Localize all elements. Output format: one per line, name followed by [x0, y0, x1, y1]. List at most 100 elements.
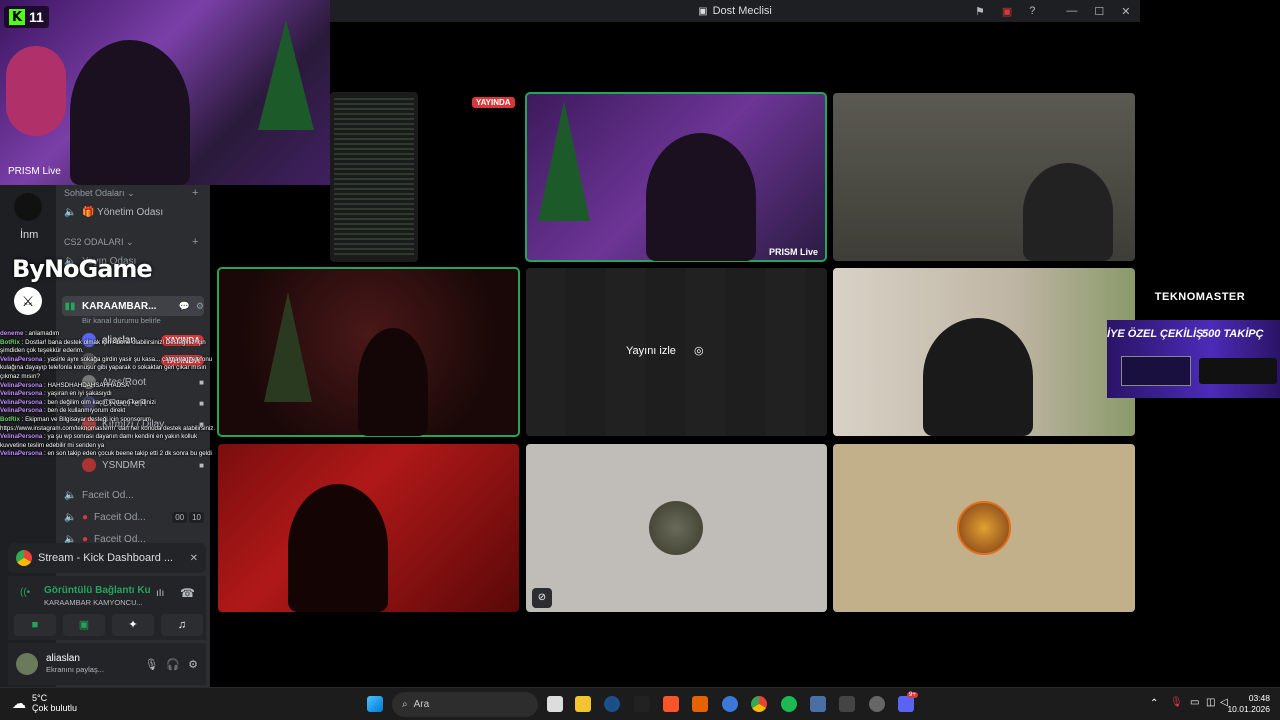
- server-label[interactable]: İnm: [20, 229, 38, 241]
- live-badge: YAYINDA: [472, 97, 515, 108]
- popout-icon[interactable]: ▣: [1002, 5, 1012, 18]
- video-tile[interactable]: [833, 268, 1135, 436]
- app-icon[interactable]: [839, 696, 855, 712]
- avatar[interactable]: [16, 653, 38, 675]
- chat-text: : Ekipman ve Bilgisayar desteği için spo…: [0, 415, 216, 432]
- soundboard-button[interactable]: ♫: [161, 614, 203, 636]
- spotify-icon[interactable]: [781, 696, 797, 712]
- taskbar-search[interactable]: ⌕ Ara: [392, 692, 538, 717]
- camera-button[interactable]: ■: [14, 614, 56, 636]
- chrome-icon[interactable]: [751, 696, 767, 712]
- chat-text: : ben değilim olm kaçın kurtarın kendini…: [42, 398, 156, 406]
- app-icon[interactable]: [692, 696, 708, 712]
- chat-username: VelinaPersona: [0, 355, 43, 363]
- webcam-overlay: [0, 0, 330, 185]
- channel-active-voice[interactable]: ▮▮ KARAAMBAR... 💬 ⚙: [62, 296, 204, 316]
- prism-label: PRISM Live: [8, 166, 61, 177]
- headphones-icon[interactable]: 🎧: [166, 658, 180, 671]
- gear-icon[interactable]: ⚙: [196, 301, 204, 312]
- channel-yonetim[interactable]: 🔈 🎁 Yönetim Odası: [62, 202, 204, 222]
- server-icon[interactable]: ⚔: [14, 287, 42, 315]
- weather-text: Çok bulutlu: [32, 703, 78, 713]
- screen-share-button[interactable]: ▣: [63, 614, 105, 636]
- chat-username: VelinaPersona: [0, 381, 43, 389]
- temperature: 5°C: [32, 693, 48, 703]
- chat-username: VelinaPersona: [0, 398, 43, 406]
- app-icon[interactable]: [634, 696, 650, 712]
- code-editor-preview: [334, 98, 414, 256]
- chat-message: VelinaPersona : ya şu wp sonrası dayanın…: [0, 433, 216, 450]
- chat-message: BotRix : Ekipman ve Bilgisayar desteği i…: [0, 416, 216, 433]
- prism-label: PRISM Live: [768, 247, 818, 257]
- user-panel: aliaslan Ekranını paylaş... 🎙 🎧 ⚙: [8, 643, 206, 685]
- video-tile[interactable]: [833, 93, 1135, 261]
- stream-preview-card[interactable]: Stream - Kick Dashboard ... ✕: [8, 543, 206, 573]
- chat-username: VelinaPersona: [0, 450, 43, 458]
- teknomaster-logo: TEKNOMASTER: [1150, 289, 1250, 305]
- minimize-icon[interactable]: —: [1066, 5, 1077, 17]
- taskbar: ☁ 5°C Çok bulutlu ⌕ Ara 9+ ⌃ 🎙 ▭ ◫ ◁ 03:…: [0, 687, 1280, 720]
- avatar-tile[interactable]: [833, 444, 1135, 612]
- speaker-icon: 🔈: [64, 511, 77, 523]
- windows-start-icon[interactable]: [367, 696, 383, 712]
- gear-icon[interactable]: ⚙: [188, 658, 198, 671]
- chat-text: : ben de kullanmıyorum direkt: [42, 407, 126, 415]
- call-window-icon: ▣: [698, 5, 708, 17]
- screenshare-thumbnail[interactable]: [330, 92, 418, 262]
- camera-off-icon: ⊘: [532, 588, 552, 608]
- display-tray-icon[interactable]: ▭: [1190, 697, 1199, 708]
- mic-tray-icon[interactable]: 🎙: [1170, 697, 1183, 708]
- chat-icon[interactable]: 💬: [179, 301, 190, 312]
- help-icon[interactable]: ?: [1029, 5, 1035, 17]
- steam-icon[interactable]: [604, 696, 620, 712]
- connection-status[interactable]: Görüntülü Bağlantı Ku: [44, 585, 151, 596]
- maximize-icon[interactable]: ☐: [1094, 5, 1104, 18]
- weather-widget[interactable]: ☁ 5°C Çok bulutlu: [12, 693, 77, 713]
- connection-channel[interactable]: KARAAMBAR KAMYONCU...: [44, 598, 143, 607]
- chat-username: BotRix: [0, 415, 20, 423]
- task-view-icon[interactable]: [547, 696, 563, 712]
- avatar-tile[interactable]: ⊘: [526, 444, 827, 612]
- brave-icon[interactable]: [663, 696, 679, 712]
- app-icon[interactable]: [722, 696, 738, 712]
- discord-badge: 9+: [907, 692, 918, 698]
- christmas-tree: [258, 20, 314, 130]
- channel-faceit[interactable]: 🔈 ● Faceit Od... 00 10: [62, 507, 204, 527]
- microphone-icon[interactable]: 🎙: [144, 658, 158, 671]
- add-channel-icon[interactable]: +: [192, 236, 198, 248]
- channel-label: Faceit Od...: [94, 511, 146, 523]
- app-icon[interactable]: [810, 696, 826, 712]
- signal-icon[interactable]: ((•: [20, 587, 30, 598]
- monitor-image: [1121, 356, 1191, 386]
- promo-banner: İYE ÖZEL ÇEKİLİŞ 500 TAKİPÇ: [1107, 320, 1280, 398]
- network-icon[interactable]: ◫: [1206, 697, 1215, 708]
- tray-chevron-icon[interactable]: ⌃: [1150, 698, 1158, 709]
- noise-icon[interactable]: ıIı: [156, 588, 164, 599]
- chat-message: VelinaPersona : ben de kullanmıyorum dir…: [0, 407, 216, 416]
- category-header[interactable]: Sohbet Odaları ⌄ +: [64, 187, 198, 199]
- watch-stream-button[interactable]: Yayını izle ◎: [626, 344, 704, 358]
- video-tile[interactable]: PRISM Live: [525, 92, 827, 262]
- add-channel-icon[interactable]: +: [192, 187, 198, 199]
- user-info[interactable]: aliaslan Ekranını paylaş...: [46, 653, 104, 675]
- kick-viewer-badge: K 11: [4, 6, 49, 28]
- activity-button[interactable]: ✦: [112, 614, 154, 636]
- close-icon[interactable]: ✕: [190, 553, 198, 564]
- file-explorer-icon[interactable]: [575, 696, 591, 712]
- chat-message: deneme : anlamadım: [0, 330, 216, 339]
- flag-icon[interactable]: ⚑: [975, 5, 985, 18]
- video-tile-stream-preview[interactable]: Yayını izle ◎: [526, 268, 827, 436]
- category-header[interactable]: CS2 ODALARI ⌄ +: [64, 236, 198, 248]
- voice-status[interactable]: Bir kanal durumu belirle: [82, 316, 161, 325]
- server-icon[interactable]: [14, 193, 42, 221]
- disconnect-icon[interactable]: ☎: [180, 586, 195, 600]
- discord-icon[interactable]: [898, 696, 914, 712]
- video-tile[interactable]: [218, 444, 519, 612]
- video-tile[interactable]: [217, 267, 520, 437]
- clock[interactable]: 03:48 10.01.2026: [1226, 693, 1270, 715]
- person-silhouette: [923, 318, 1033, 436]
- app-icon[interactable]: [869, 696, 885, 712]
- voice-active-icon: ▮▮: [64, 300, 76, 312]
- chat-overlay: deneme : anlamadım BotRix : Dostlar! bana…: [0, 330, 216, 500]
- close-icon[interactable]: ✕: [1121, 5, 1130, 18]
